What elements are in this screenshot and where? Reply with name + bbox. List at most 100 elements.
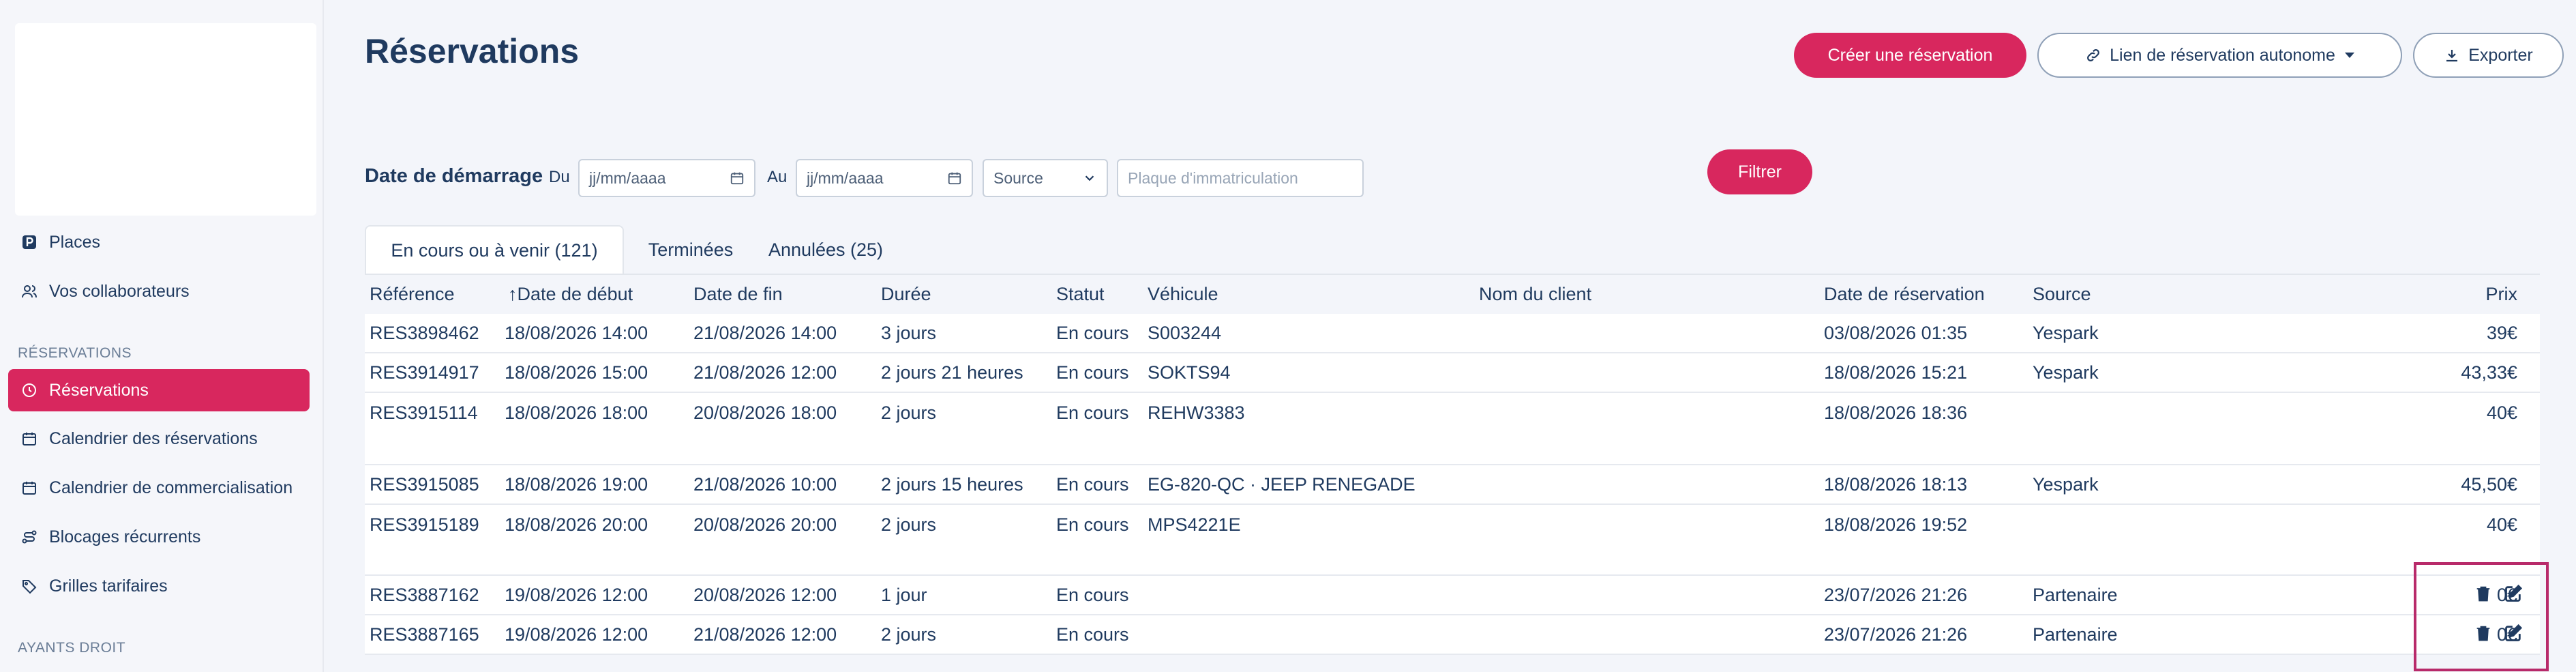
cell-date-reservation: 03/08/2026 01:35: [1824, 323, 1968, 343]
cell-date-fin: 21/08/2026 10:00: [693, 474, 837, 495]
cell-source: Yespark: [2033, 323, 2099, 343]
cell-prix: 45,50€: [2461, 474, 2517, 495]
date-from-text: jj/mm/aaaa: [589, 169, 666, 187]
autonomous-link-label: Lien de réservation autonome: [2110, 45, 2335, 65]
cell-reference: RES3914917: [370, 362, 479, 383]
cell-statut: En cours: [1056, 362, 1129, 383]
chevron-down-icon: [1085, 175, 1094, 181]
column-header-date-fin[interactable]: Date de fin: [693, 284, 783, 305]
main-content: Réservations Créer une réservation Lien …: [324, 0, 2576, 672]
sidebar-item-calendrier-commercialisation[interactable]: Calendrier de commercialisation: [8, 467, 310, 509]
table-row[interactable]: RES3898462 18/08/2026 14:00 21/08/2026 1…: [365, 314, 2540, 353]
export-label: Exporter: [2468, 45, 2533, 65]
logo-placeholder: [15, 23, 316, 216]
calendar-icon[interactable]: [730, 171, 745, 186]
date-to-input[interactable]: jj/mm/aaaa: [796, 159, 973, 197]
column-header-date-reservation[interactable]: Date de réservation: [1824, 284, 1985, 305]
cell-vehicule: S003244: [1148, 323, 1222, 343]
cell-statut: En cours: [1056, 323, 1129, 343]
sidebar-item-label: Calendrier de commercialisation: [49, 478, 293, 497]
cell-date-reservation: 23/07/2026 21:26: [1824, 585, 1968, 605]
cell-date-debut: 18/08/2026 14:00: [505, 323, 648, 343]
to-label: Au: [767, 168, 788, 186]
cell-duree: 2 jours: [881, 514, 937, 535]
cell-date-debut: 18/08/2026 15:00: [505, 362, 648, 383]
cell-date-fin: 20/08/2026 12:00: [693, 585, 837, 605]
sidebar-section-reservations: RÉSERVATIONS: [18, 345, 132, 361]
clock-icon: [20, 381, 38, 399]
cell-reference: RES3898462: [370, 323, 479, 343]
column-header-duree[interactable]: Durée: [881, 284, 931, 305]
actions-highlight-box: [2414, 562, 2549, 671]
sidebar: Places Vos collaborateurs RÉSERVATIONS R…: [0, 0, 324, 672]
source-select-value: Source: [993, 169, 1043, 187]
sidebar-item-reservations[interactable]: Réservations: [8, 369, 310, 411]
autonomous-link-button[interactable]: Lien de réservation autonome: [2037, 33, 2402, 78]
cell-date-fin: 21/08/2026 14:00: [693, 323, 837, 343]
column-header-date-debut[interactable]: ↑Date de début: [508, 284, 633, 305]
calendar-icon: [20, 430, 38, 448]
cell-vehicule: SOKTS94: [1148, 362, 1231, 383]
cell-source: Yespark: [2033, 362, 2099, 383]
users-icon: [20, 282, 38, 300]
cell-vehicule: EG-820-QC · JEEP RENEGADE: [1148, 474, 1416, 495]
sidebar-item-grilles[interactable]: Grilles tarifaires: [8, 565, 310, 607]
source-select[interactable]: Source: [983, 159, 1108, 197]
table-row[interactable]: RES3915189 18/08/2026 20:00 20/08/2026 2…: [365, 505, 2540, 576]
column-header-source[interactable]: Source: [2033, 284, 2091, 305]
tab-annulees[interactable]: Annulées (25): [752, 225, 899, 274]
start-date-label: Date de démarrage: [365, 165, 543, 187]
cell-duree: 2 jours 21 heures: [881, 362, 1023, 383]
cell-reference: RES3887165: [370, 624, 479, 645]
table-row[interactable]: RES3887162 19/08/2026 12:00 20/08/2026 1…: [365, 576, 2540, 615]
create-reservation-button[interactable]: Créer une réservation: [1794, 33, 2026, 78]
cell-date-debut: 18/08/2026 18:00: [505, 403, 648, 423]
cell-reference: RES3915085: [370, 474, 479, 495]
sidebar-item-collaborateurs[interactable]: Vos collaborateurs: [8, 270, 310, 312]
sidebar-item-label: Grilles tarifaires: [49, 576, 168, 596]
cell-duree: 2 jours 15 heures: [881, 474, 1023, 495]
parking-icon: [20, 233, 38, 251]
date-to-text: jj/mm/aaaa: [807, 169, 884, 187]
table-row[interactable]: RES3887165 19/08/2026 12:00 21/08/2026 1…: [365, 615, 2540, 655]
cell-date-reservation: 18/08/2026 18:13: [1824, 474, 1968, 495]
cell-statut: En cours: [1056, 624, 1129, 645]
cell-duree: 2 jours: [881, 403, 937, 423]
column-header-vehicule[interactable]: Véhicule: [1148, 284, 1218, 305]
table-row[interactable]: RES3915114 18/08/2026 18:00 20/08/2026 1…: [365, 393, 2540, 465]
calendar-icon[interactable]: [947, 171, 962, 186]
tab-en-cours[interactable]: En cours ou à venir (121): [365, 225, 624, 274]
table-row[interactable]: RES3914917 18/08/2026 15:00 21/08/2026 1…: [365, 353, 2540, 393]
sidebar-item-blocages[interactable]: Blocages récurrents: [8, 516, 310, 558]
plate-input[interactable]: Plaque d'immatriculation: [1117, 159, 1364, 197]
sidebar-item-calendrier-reservations[interactable]: Calendrier des réservations: [8, 418, 310, 460]
download-icon: [2446, 50, 2458, 62]
date-from-input[interactable]: jj/mm/aaaa: [578, 159, 755, 197]
table-row[interactable]: RES3915085 18/08/2026 19:00 21/08/2026 1…: [365, 465, 2540, 505]
cell-duree: 1 jour: [881, 585, 927, 605]
cell-date-reservation: 18/08/2026 18:36: [1824, 403, 1968, 423]
column-header-statut[interactable]: Statut: [1056, 284, 1105, 305]
cell-reference: RES3915189: [370, 514, 479, 535]
sidebar-item-label: Réservations: [49, 380, 149, 400]
export-button[interactable]: Exporter: [2413, 33, 2564, 78]
sidebar-section-ayants-droit: AYANTS DROIT: [18, 640, 126, 656]
filter-button[interactable]: Filtrer: [1707, 149, 1812, 194]
cell-source: Yespark: [2033, 474, 2099, 495]
sidebar-item-label: Calendrier des réservations: [49, 428, 258, 448]
column-header-prix[interactable]: Prix: [2424, 284, 2518, 305]
cell-prix: 40€: [2486, 403, 2517, 423]
column-header-nom-client[interactable]: Nom du client: [1479, 284, 1591, 305]
tabs-divider: [365, 274, 2540, 275]
column-header-reference[interactable]: Référence: [370, 284, 455, 305]
cell-prix: 43,33€: [2461, 362, 2517, 383]
tab-terminees[interactable]: Terminées: [636, 225, 745, 274]
cell-prix: 40€: [2486, 514, 2517, 535]
cell-statut: En cours: [1056, 514, 1129, 535]
cell-date-fin: 21/08/2026 12:00: [693, 624, 837, 645]
sidebar-item-places[interactable]: Places: [8, 221, 310, 263]
cell-vehicule: MPS4221E: [1148, 514, 1241, 535]
sidebar-item-label: Vos collaborateurs: [49, 281, 190, 301]
tag-icon: [20, 577, 38, 595]
cell-source: Partenaire: [2033, 585, 2118, 605]
